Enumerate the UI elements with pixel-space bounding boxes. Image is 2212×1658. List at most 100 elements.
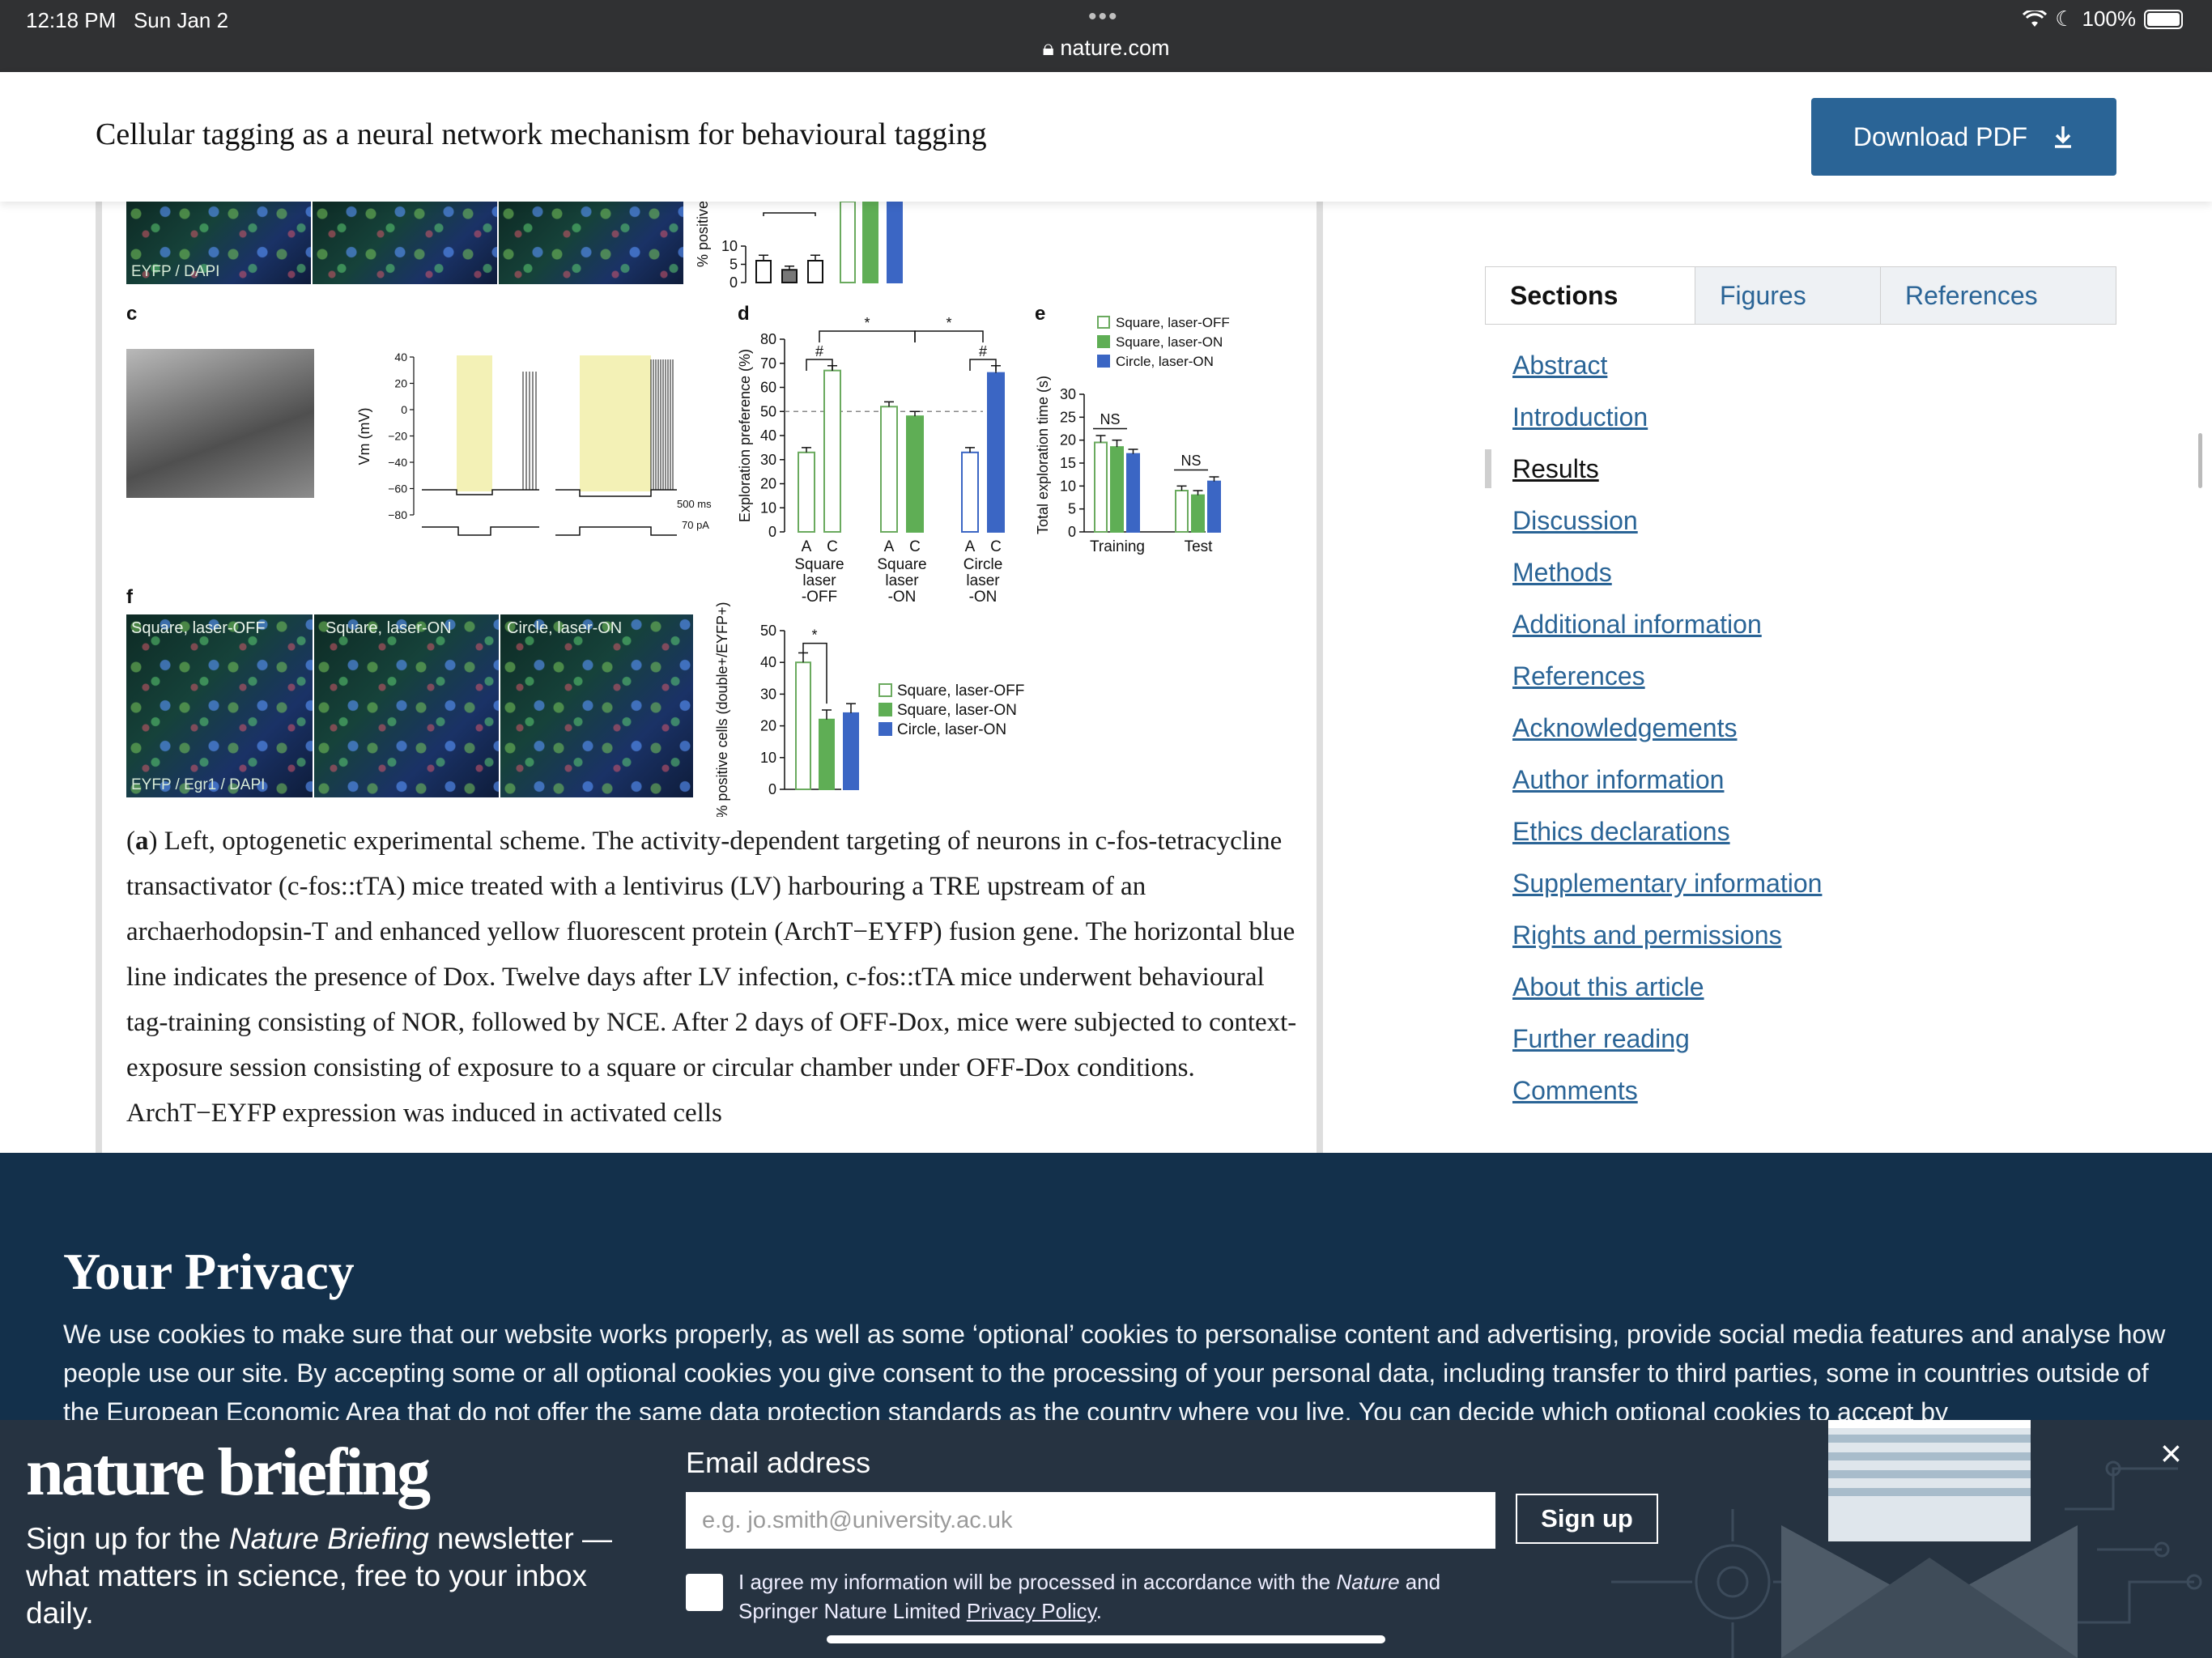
moon-icon: ☾ <box>2055 6 2074 31</box>
tab-figures[interactable]: Figures <box>1695 267 1881 324</box>
privacy-policy-link[interactable]: Privacy Policy <box>967 1599 1096 1623</box>
home-indicator[interactable] <box>827 1635 1385 1643</box>
nav-introduction[interactable]: Introduction <box>1485 391 2116 443</box>
download-pdf-button[interactable]: Download PDF <box>1811 98 2116 176</box>
d-significance-label: * <box>946 315 951 331</box>
f-tick-label: 50 <box>760 623 776 639</box>
download-pdf-label: Download PDF <box>1853 121 2028 151</box>
f-legend-label: Square, laser-ON <box>897 702 1017 719</box>
micro-label-f-bottom: EYFP / Egr1 / DAPI <box>131 776 266 793</box>
privacy-banner: Your Privacy We use cookies to make sure… <box>0 1153 2212 1420</box>
battery-icon <box>2144 9 2183 29</box>
e-legend-label: Circle, laser-ON <box>1116 354 1214 369</box>
nav-about-this-article[interactable]: About this article <box>1485 961 2116 1013</box>
c-current-1 <box>422 526 539 536</box>
f-tick-label: 0 <box>768 781 776 797</box>
top-tick-label: 5 <box>730 257 738 273</box>
d-tick-label: 20 <box>760 476 776 492</box>
d-significance-label: # <box>815 343 823 359</box>
chart-e: 0 5 10 15 20 25 30 Total exploration time (s) Tr… <box>1035 315 1230 555</box>
top-bar <box>781 269 798 283</box>
nav-ethics-declarations[interactable]: Ethics declarations <box>1485 806 2116 857</box>
top-bar-cut <box>840 202 856 283</box>
tab-sections[interactable]: Sections <box>1486 267 1695 324</box>
d-category-label: C <box>990 538 1002 555</box>
nav-author-information[interactable]: Author information <box>1485 754 2116 806</box>
caption-text: ) Left, optogenetic experimental scheme.… <box>126 827 1297 1128</box>
e-legend-swatch <box>1097 316 1110 329</box>
c-tick-label: −40 <box>388 456 407 469</box>
f-legend-swatch <box>878 722 892 736</box>
d-bar <box>961 451 979 534</box>
c-tick-label: 40 <box>394 351 407 363</box>
d-category-label: A <box>802 538 812 555</box>
nav-references[interactable]: References <box>1485 650 2116 702</box>
f-tick-label: 10 <box>760 750 776 766</box>
nav-discussion[interactable]: Discussion <box>1485 495 2116 546</box>
d-group-label: -ON <box>888 589 917 606</box>
sidebar-tabs: Sections Figures References <box>1485 266 2116 325</box>
top-y-label: % positive <box>695 202 711 267</box>
close-icon[interactable]: × <box>2160 1431 2182 1475</box>
c-current-2 <box>555 526 677 536</box>
top-bar <box>807 260 823 283</box>
scrollbar-thumb[interactable] <box>2198 433 2202 488</box>
f-legend-swatch <box>878 683 892 697</box>
d-significance-bracket <box>819 330 916 342</box>
e-tick-label: 0 <box>1068 524 1076 540</box>
consent-text: I agree my information will be processed… <box>738 1570 1441 1623</box>
e-ns-label: NS <box>1180 453 1201 469</box>
status-bar: 12:18 PM Sun Jan 2 ••• 🔒︎ nature.com ☾ 1… <box>0 0 2212 72</box>
consent-checkbox[interactable] <box>686 1574 723 1611</box>
top-tick-label: 10 <box>721 238 738 254</box>
nav-methods[interactable]: Methods <box>1485 546 2116 598</box>
d-group-label: laser <box>966 572 1000 589</box>
panel-label-e: e <box>1035 303 1046 325</box>
f-legend-label: Circle, laser-ON <box>897 721 1006 738</box>
figure-image[interactable]: EYFP / DAPI c 40 20 0 −20 −40 −60 −80 Vm (mV) 50… <box>102 202 1317 817</box>
e-tick-label: 10 <box>1060 478 1076 494</box>
top-tick-label: 0 <box>730 274 738 291</box>
micrograph-f-2: Square, laser-ON <box>314 614 499 797</box>
nav-rights-and-permissions[interactable]: Rights and permissions <box>1485 909 2116 961</box>
wifi-icon <box>2023 10 2048 27</box>
c-light-pulse <box>457 355 492 491</box>
envelope-illustration <box>1611 1420 2202 1658</box>
tab-references[interactable]: References <box>1881 267 2116 324</box>
d-significance-label: # <box>979 343 987 359</box>
email-input[interactable] <box>686 1492 1495 1549</box>
e-category-label: Test <box>1185 538 1214 555</box>
panel-label-d: d <box>738 303 750 325</box>
nav-supplementary-information[interactable]: Supplementary information <box>1485 857 2116 909</box>
e-bar <box>1110 446 1124 533</box>
multitasking-dots-icon[interactable]: ••• <box>1088 3 1119 31</box>
d-group-label: -ON <box>969 589 998 606</box>
e-bar <box>1175 490 1189 533</box>
d-bar <box>880 406 898 533</box>
e-ns-label: NS <box>1100 411 1120 427</box>
e-legend-swatch <box>1097 355 1110 368</box>
article-header: Cellular tagging as a neural network mec… <box>0 72 2212 202</box>
figure-caption: (a) Left, optogenetic experimental schem… <box>126 827 1297 1128</box>
figure-panel: EYFP / DAPI c 40 20 0 −20 −40 −60 −80 Vm (mV) 50… <box>96 202 1323 1153</box>
f-bar <box>843 712 859 790</box>
c-scale-current: 70 pA <box>682 519 709 531</box>
address-bar[interactable]: 🔒︎ nature.com <box>0 36 2212 62</box>
d-bar <box>798 451 815 534</box>
f-legend-swatch <box>878 703 892 716</box>
f-y-label: % positive cells (double+/EYFP+) <box>714 602 730 817</box>
e-y-label: Total exploration time (s) <box>1035 376 1051 534</box>
nav-acknowledgements[interactable]: Acknowledgements <box>1485 702 2116 754</box>
nav-further-reading[interactable]: Further reading <box>1485 1013 2116 1065</box>
top-bracket <box>763 212 816 216</box>
download-icon <box>2055 126 2072 148</box>
status-indicators: ☾ 100% <box>2023 6 2183 32</box>
micro-label-f-2: Square, laser-ON <box>325 619 452 637</box>
nav-additional-information[interactable]: Additional information <box>1485 598 2116 650</box>
nav-results[interactable]: Results <box>1485 443 2116 495</box>
d-tick-label: 40 <box>760 427 776 444</box>
nav-comments[interactable]: Comments <box>1485 1065 2116 1116</box>
d-significance-bracket <box>914 330 984 342</box>
nav-abstract[interactable]: Abstract <box>1485 339 2116 391</box>
e-bar <box>1094 441 1108 533</box>
